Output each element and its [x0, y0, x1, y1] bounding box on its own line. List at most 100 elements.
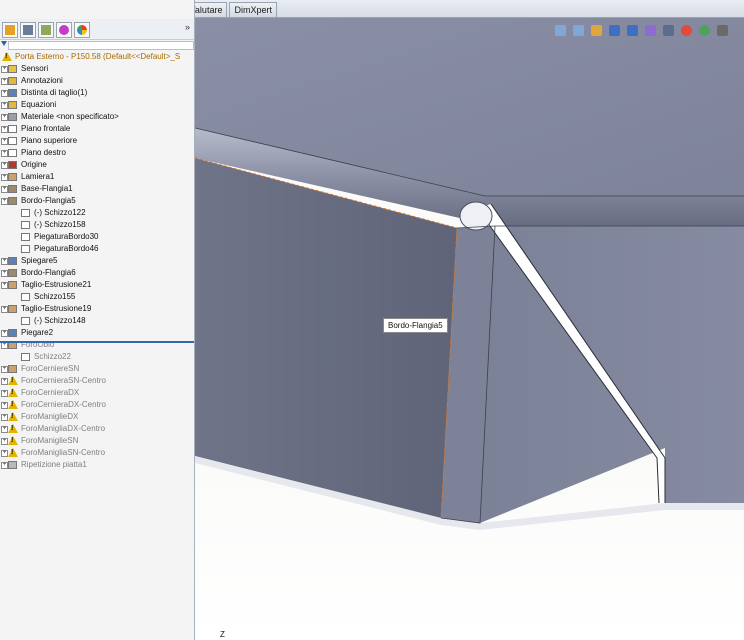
tree-item[interactable]: Porta Esterno - P150.58 (Default<<Defaul…	[0, 51, 194, 63]
tree-item[interactable]: (-) Schizzo148	[0, 315, 194, 327]
part-warning-icon	[2, 52, 12, 61]
expand-toggle-icon[interactable]: +	[1, 378, 8, 385]
expand-toggle-icon[interactable]: +	[1, 462, 8, 469]
tree-item[interactable]: + ForoCernieraDX-Centro	[0, 399, 194, 411]
tree-item-label: Bordo-Flangia6	[21, 268, 76, 277]
expand-toggle-icon[interactable]: +	[1, 330, 8, 337]
expand-toggle-icon[interactable]: +	[1, 66, 8, 73]
fold-icon	[8, 329, 17, 337]
bend-icon	[21, 245, 30, 253]
configuration-manager-tab-button[interactable]	[38, 22, 54, 38]
tree-item[interactable]: + ForoManiglieDX	[0, 411, 194, 423]
graphics-viewport[interactable]	[195, 18, 744, 640]
edgeflange-icon	[8, 197, 17, 205]
tab-dimxpert[interactable]: DimXpert	[229, 2, 277, 17]
rollback-bar[interactable]	[0, 341, 194, 343]
expand-toggle-icon[interactable]: +	[1, 438, 8, 445]
scene-icon[interactable]	[699, 25, 710, 36]
expand-toggle-icon[interactable]: +	[1, 174, 8, 181]
expand-toggle-icon[interactable]: +	[1, 138, 8, 145]
tree-item[interactable]: + ForoCerniereSN	[0, 363, 194, 375]
tree-item[interactable]: + Piano destro	[0, 147, 194, 159]
tree-item[interactable]: + Distinta di taglio(1)	[0, 87, 194, 99]
tree-item-label: Piano destro	[21, 148, 66, 157]
tree-item[interactable]: + Piegare2	[0, 327, 194, 339]
warning-icon	[8, 436, 18, 445]
zoom-area-icon[interactable]	[573, 25, 584, 36]
tree-item[interactable]: + Piano superiore	[0, 135, 194, 147]
expand-toggle-icon[interactable]: +	[1, 198, 8, 205]
cut-extrude-icon	[8, 305, 17, 313]
expand-toggle-icon[interactable]: +	[1, 150, 8, 157]
tree-item[interactable]: PiegaturaBordo30	[0, 231, 194, 243]
tree-item[interactable]: + ForoCernieraSN-Centro	[0, 375, 194, 387]
origin-icon	[8, 161, 17, 169]
tree-item[interactable]: + ForoCernieraDX	[0, 387, 194, 399]
view-orientation-icon[interactable]	[627, 25, 638, 36]
tree-item[interactable]: + Bordo-Flangia5	[0, 195, 194, 207]
tree-item[interactable]: PiegaturaBordo46	[0, 243, 194, 255]
previous-view-icon[interactable]	[591, 25, 602, 36]
cut-extrude-icon	[8, 365, 17, 373]
tree-item[interactable]: + ForoManigliaSN-Centro	[0, 447, 194, 459]
expand-toggle-icon[interactable]: +	[1, 342, 8, 349]
tree-item[interactable]: + Annotazioni	[0, 75, 194, 87]
collapse-panel-button[interactable]: »	[185, 22, 190, 32]
tree-item-label: Piano frontale	[21, 124, 71, 133]
display-style-icon[interactable]	[645, 25, 656, 36]
expand-toggle-icon[interactable]: +	[1, 162, 8, 169]
expand-toggle-icon[interactable]: +	[1, 126, 8, 133]
expand-toggle-icon[interactable]: +	[1, 366, 8, 373]
tree-item[interactable]: Schizzo22	[0, 351, 194, 363]
tree-item[interactable]: + Materiale <non specificato>	[0, 111, 194, 123]
tree-item[interactable]: + Lamiera1	[0, 171, 194, 183]
tree-item-label: Spiegare5	[21, 256, 58, 265]
expand-toggle-icon[interactable]: +	[1, 390, 8, 397]
tree-item[interactable]: + Origine	[0, 159, 194, 171]
hide-show-icon[interactable]	[663, 25, 674, 36]
tree-item[interactable]: + Base-Flangia1	[0, 183, 194, 195]
tree-item[interactable]: + Spiegare5	[0, 255, 194, 267]
expand-toggle-icon[interactable]: +	[1, 90, 8, 97]
tree-filter-input[interactable]	[8, 41, 194, 50]
tree-item[interactable]: + Ripetizione piatta1	[0, 459, 194, 471]
feature-manager-tab-button[interactable]	[2, 22, 18, 38]
expand-toggle-icon[interactable]: +	[1, 186, 8, 193]
equation-icon	[8, 101, 17, 109]
feature-manager-toolbar: »	[0, 19, 194, 40]
section-view-icon[interactable]	[609, 25, 620, 36]
display-manager-tab-button[interactable]	[74, 22, 90, 38]
expand-toggle-icon[interactable]: +	[1, 270, 8, 277]
tree-item[interactable]: + Taglio-Estrusione21	[0, 279, 194, 291]
tree-item[interactable]: + ForoManigliaDX-Centro	[0, 423, 194, 435]
tree-item[interactable]: Schizzo155	[0, 291, 194, 303]
warning-icon	[8, 448, 18, 457]
zoom-to-fit-icon[interactable]	[555, 25, 566, 36]
expand-toggle-icon[interactable]: +	[1, 426, 8, 433]
tree-item[interactable]: + Bordo-Flangia6	[0, 267, 194, 279]
tree-item[interactable]: + Sensori	[0, 63, 194, 75]
tree-item[interactable]: + Piano frontale	[0, 123, 194, 135]
expand-toggle-icon[interactable]: +	[1, 450, 8, 457]
expand-toggle-icon[interactable]: +	[1, 282, 8, 289]
sketch-icon	[21, 353, 30, 361]
dimxpert-manager-tab-button[interactable]	[56, 22, 72, 38]
tree-item[interactable]: (-) Schizzo122	[0, 207, 194, 219]
expand-toggle-icon[interactable]: +	[1, 306, 8, 313]
expand-toggle-icon[interactable]: +	[1, 402, 8, 409]
expand-toggle-icon[interactable]: +	[1, 78, 8, 85]
tree-item[interactable]: + Taglio-Estrusione19	[0, 303, 194, 315]
expand-toggle-icon[interactable]: +	[1, 114, 8, 121]
sheetmetal-icon	[8, 173, 17, 181]
tree-item[interactable]: + Equazioni	[0, 99, 194, 111]
property-manager-tab-button[interactable]	[20, 22, 36, 38]
feature-tree: Porta Esterno - P150.58 (Default<<Defaul…	[0, 51, 194, 471]
edgeflange-icon	[8, 269, 17, 277]
view-settings-icon[interactable]	[717, 25, 728, 36]
appearance-icon[interactable]	[681, 25, 692, 36]
expand-toggle-icon[interactable]: +	[1, 258, 8, 265]
tree-item[interactable]: + ForoManiglieSN	[0, 435, 194, 447]
expand-toggle-icon[interactable]: +	[1, 102, 8, 109]
tree-item[interactable]: (-) Schizzo158	[0, 219, 194, 231]
expand-toggle-icon[interactable]: +	[1, 414, 8, 421]
